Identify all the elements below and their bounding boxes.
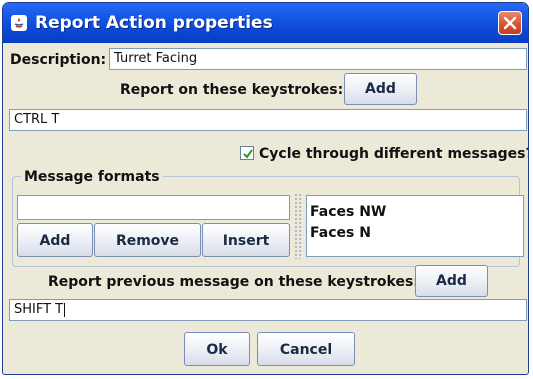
message-format-list[interactable]: Faces NW Faces N	[306, 195, 524, 257]
message-format-input[interactable]	[17, 195, 290, 220]
description-field[interactable]: Turret Facing	[109, 48, 527, 70]
list-item[interactable]: Faces NW	[307, 202, 523, 223]
list-item[interactable]: Faces N	[307, 223, 523, 244]
window-title: Report Action properties	[35, 13, 273, 33]
previous-keystroke-value: SHIFT T	[14, 302, 64, 317]
report-keystrokes-label: Report on these keystrokes:	[120, 82, 344, 98]
cancel-button[interactable]: Cancel	[257, 332, 355, 366]
keystroke-value: CTRL T	[14, 112, 60, 127]
splitter-handle[interactable]	[294, 193, 302, 259]
checkmark-icon	[243, 149, 253, 159]
java-app-icon	[11, 15, 27, 31]
message-formats-title: Message formats	[21, 169, 163, 185]
add-keystroke-button[interactable]: Add	[344, 73, 417, 105]
ok-button[interactable]: Ok	[184, 332, 250, 366]
description-value: Turret Facing	[114, 51, 198, 66]
add-format-button[interactable]: Add	[17, 223, 93, 257]
cycle-label: Cycle through different messages?	[259, 146, 529, 162]
cycle-checkbox[interactable]	[240, 146, 254, 160]
dialog-window: Report Action properties Description: Tu…	[2, 2, 529, 375]
close-icon[interactable]	[498, 11, 522, 35]
title-bar[interactable]: Report Action properties	[3, 3, 528, 43]
remove-format-button[interactable]: Remove	[94, 223, 201, 257]
previous-keystroke-field[interactable]: SHIFT T	[9, 299, 527, 321]
text-caret	[64, 302, 66, 317]
add-previous-keystroke-button[interactable]: Add	[415, 265, 488, 297]
report-previous-label: Report previous message on these keystro…	[48, 274, 419, 290]
keystroke-field[interactable]: CTRL T	[9, 109, 527, 131]
insert-format-button[interactable]: Insert	[202, 223, 290, 257]
description-label: Description:	[10, 52, 107, 68]
